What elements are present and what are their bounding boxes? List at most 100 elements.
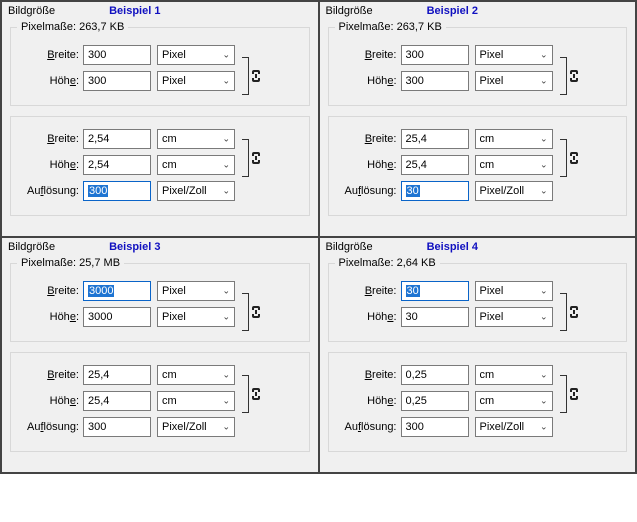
docSize-height-unit-select[interactable]: cm⌄ [475, 155, 553, 175]
link-icon[interactable] [569, 387, 579, 401]
docSize-resolution-input[interactable] [83, 417, 151, 437]
chevron-down-icon: ⌄ [222, 422, 230, 433]
panel-title: Bildgröße [8, 5, 55, 17]
pixelDims-height-unit-select[interactable]: Pixel⌄ [475, 307, 553, 327]
constrain-bracket [235, 375, 249, 413]
docSize-width-label: Breite: [335, 369, 401, 381]
pixelDims-height-unit-select[interactable]: Pixel⌄ [157, 307, 235, 327]
link-icon[interactable] [251, 151, 261, 165]
pixel-dimensions-legend: Pixelmaße: 263,7 KB [335, 21, 446, 33]
constrain-bracket [553, 293, 567, 331]
chevron-down-icon: ⌄ [540, 134, 548, 145]
docSize-group: Breite:cm⌄Höhe:cm⌄Auflösung:Pixel/Zoll⌄ [10, 352, 310, 452]
pixelDims-width-unit-select[interactable]: Pixel⌄ [475, 281, 553, 301]
chevron-down-icon: ⌄ [222, 160, 230, 171]
docSize-resolution-label: Auflösung: [17, 185, 83, 197]
docSize-width-unit-select[interactable]: cm⌄ [157, 365, 235, 385]
pixelDims-width-label: Breite: [17, 285, 83, 297]
image-size-panel: BildgrößeBeispiel 3Pixelmaße: 25,7 MBBre… [1, 237, 319, 473]
pixelDims-width-input[interactable]: 3000 [83, 281, 151, 301]
docSize-resolution-input[interactable]: 300 [83, 181, 151, 201]
docSize-height-unit-select[interactable]: cm⌄ [157, 155, 235, 175]
pixelDims-width-unit-select[interactable]: Pixel⌄ [475, 45, 553, 65]
docSize-width-unit-select[interactable]: cm⌄ [475, 129, 553, 149]
docSize-width-unit-select[interactable]: cm⌄ [475, 365, 553, 385]
pixelDims-height-input[interactable] [401, 71, 469, 91]
pixel-dimensions-legend: Pixelmaße: 263,7 KB [17, 21, 128, 33]
pixelDims-width-unit-select[interactable]: Pixel⌄ [157, 281, 235, 301]
chevron-down-icon: ⌄ [540, 396, 548, 407]
docSize-height-unit-select[interactable]: cm⌄ [475, 391, 553, 411]
link-icon[interactable] [569, 151, 579, 165]
pixelDims-height-input[interactable] [83, 307, 151, 327]
docSize-height-label: Höhe: [17, 159, 83, 171]
chevron-down-icon: ⌄ [222, 134, 230, 145]
docSize-width-input[interactable] [83, 365, 151, 385]
image-size-panel: BildgrößeBeispiel 2Pixelmaße: 263,7 KBBr… [319, 1, 637, 237]
docSize-height-label: Höhe: [335, 159, 401, 171]
image-size-panel: Bildgröße Beispiel 1 Pixelmaße: 263,7 KB Br… [1, 1, 319, 237]
docSize-width-input[interactable] [83, 129, 151, 149]
link-icon[interactable] [251, 305, 261, 319]
pixelDims-width-input[interactable]: 30 [401, 281, 469, 301]
panel-title: Bildgröße [326, 241, 373, 253]
docSize-height-input[interactable] [83, 155, 151, 175]
constrain-bracket [235, 293, 249, 331]
chevron-down-icon: ⌄ [222, 396, 230, 407]
panel-title: Bildgröße [326, 5, 373, 17]
docSize-height-label: Höhe: [335, 395, 401, 407]
docSize-width-label: Breite: [335, 133, 401, 145]
pixelDims-width-unit-select[interactable]: Pixel⌄ [157, 45, 235, 65]
pixelDims-height-input[interactable] [83, 71, 151, 91]
docSize-resolution-unit-select[interactable]: Pixel/Zoll⌄ [157, 417, 235, 437]
example-label: Beispiel 1 [109, 5, 160, 17]
docSize-height-input[interactable] [83, 391, 151, 411]
chevron-down-icon: ⌄ [540, 370, 548, 381]
docSize-height-unit-select[interactable]: cm⌄ [157, 391, 235, 411]
pixelDims-height-input[interactable] [401, 307, 469, 327]
docSize-group: Breite:cm⌄Höhe:cm⌄Auflösung:30Pixel/Zoll… [328, 116, 628, 216]
chevron-down-icon: ⌄ [540, 422, 548, 433]
docSize-width-label: Breite: [17, 369, 83, 381]
pixelDims-height-unit-select[interactable]: Pixel⌄ [475, 71, 553, 91]
docSize-width-unit-select[interactable]: cm⌄ [157, 129, 235, 149]
chevron-down-icon: ⌄ [540, 286, 548, 297]
docSize-resolution-unit-select[interactable]: Pixel/Zoll⌄ [475, 417, 553, 437]
docSize-resolution-label: Auflösung: [17, 421, 83, 433]
chevron-down-icon: ⌄ [222, 50, 230, 61]
chevron-down-icon: ⌄ [540, 50, 548, 61]
chevron-down-icon: ⌄ [540, 186, 548, 197]
docSize-resolution-unit-select[interactable]: Pixel/Zoll⌄ [157, 181, 235, 201]
link-icon[interactable] [569, 69, 579, 83]
constrain-bracket [553, 375, 567, 413]
constrain-bracket [553, 139, 567, 177]
pixelDims-group: Pixelmaße: 263,7 KBBreite:Pixel⌄Höhe:Pix… [328, 21, 628, 106]
docSize-height-input[interactable] [401, 391, 469, 411]
pixelDims-height-label: Höhe: [17, 311, 83, 323]
link-icon[interactable] [569, 305, 579, 319]
pixelDims-width-input[interactable] [83, 45, 151, 65]
docSize-resolution-input[interactable] [401, 417, 469, 437]
docSize-group: Breite:cm⌄Höhe:cm⌄Auflösung:300Pixel/Zol… [10, 116, 310, 216]
constrain-bracket [235, 57, 249, 95]
chevron-down-icon: ⌄ [222, 186, 230, 197]
pixelDims-width-label: Breite: [17, 49, 83, 61]
example-label: Beispiel 3 [109, 241, 160, 253]
pixelDims-width-label: Breite: [335, 49, 401, 61]
docSize-resolution-input[interactable]: 30 [401, 181, 469, 201]
docSize-width-input[interactable] [401, 365, 469, 385]
docSize-height-input[interactable] [401, 155, 469, 175]
pixelDims-width-input[interactable] [401, 45, 469, 65]
docSize-resolution-label: Auflösung: [335, 421, 401, 433]
chevron-down-icon: ⌄ [540, 76, 548, 87]
pixel-dimensions-legend: Pixelmaße: 2,64 KB [335, 257, 440, 269]
pixelDims-height-label: Höhe: [17, 75, 83, 87]
chevron-down-icon: ⌄ [222, 76, 230, 87]
image-size-panel: BildgrößeBeispiel 4Pixelmaße: 2,64 KBBre… [319, 237, 637, 473]
docSize-width-input[interactable] [401, 129, 469, 149]
pixelDims-height-unit-select[interactable]: Pixel⌄ [157, 71, 235, 91]
link-icon[interactable] [251, 387, 261, 401]
panel-title: Bildgröße [8, 241, 55, 253]
docSize-resolution-unit-select[interactable]: Pixel/Zoll⌄ [475, 181, 553, 201]
link-icon[interactable] [251, 69, 261, 83]
